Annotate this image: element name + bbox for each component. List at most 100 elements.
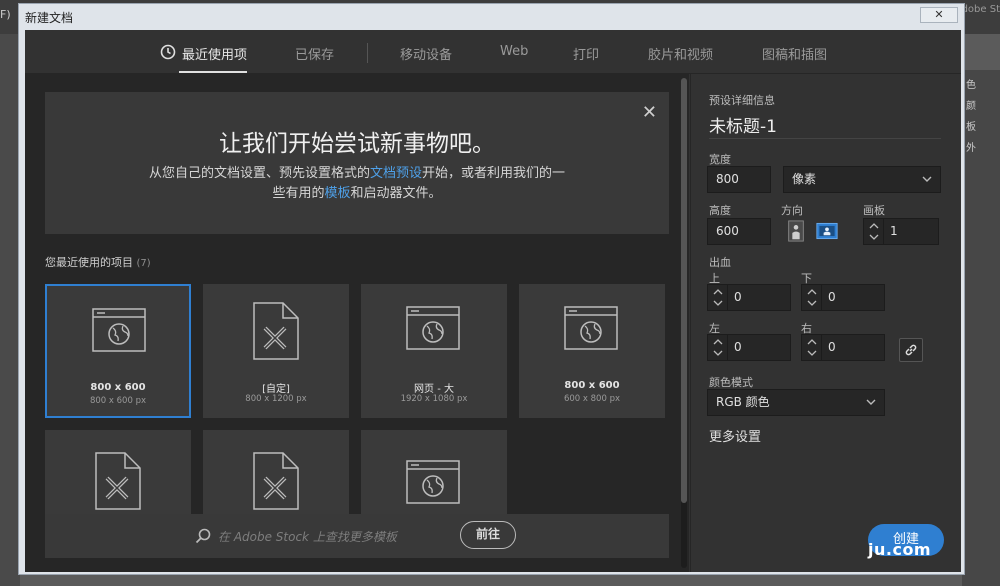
custom-doc-icon [253,452,299,510]
bleed-left-stepper[interactable]: 0 [707,334,791,361]
templates-link[interactable]: 模板 [324,186,350,201]
link-icon [905,344,917,356]
tab-separator [367,43,368,63]
search-icon [195,528,211,544]
chevron-up-icon [713,339,723,345]
welcome-description-line1: 从您自己的文档设置、预先设置格式的文档预设开始，或者利用我们的一 [45,162,669,181]
recent-item-name: [自定] [262,384,290,395]
recent-item[interactable] [361,430,507,514]
web-doc-icon [406,306,460,350]
stepper-arrows[interactable] [708,335,728,360]
chevron-down-icon [807,300,817,306]
custom-doc-icon [253,302,299,360]
color-mode-label: 颜色模式 [709,376,753,389]
new-document-window: 新建文档 ✕ 最近使用项 已保存 移动设备 Web 打印 胶片和视频 图稿和插图… [18,3,965,575]
stepper-arrows[interactable] [708,285,728,310]
bleed-right-stepper[interactable]: 0 [801,334,885,361]
chevron-up-icon [713,289,723,295]
stepper-arrows[interactable] [802,285,822,310]
welcome-description-line2: 些有用的模板和启动器文件。 [45,182,669,201]
tab-art-illustration[interactable]: 图稿和插图 [762,44,827,63]
tab-saved[interactable]: 已保存 [295,44,334,63]
window-title: 新建文档 [25,11,74,25]
color-mode-select[interactable]: RGB 颜色 [707,389,885,416]
recent-content-area: ✕ 让我们开始尝试新事物吧。 从您自己的文档设置、预先设置格式的文档预设开始，或… [25,74,689,572]
background-panel-item: 板 [966,122,976,133]
web-doc-icon [92,308,146,352]
tab-print[interactable]: 打印 [573,44,599,63]
active-tab-indicator [179,71,247,73]
bleed-bottom-stepper[interactable]: 0 [801,284,885,311]
stock-search-bar: 在 Adobe Stock 上查找更多模板 前往 [45,514,669,558]
recent-item[interactable]: 800 x 600 600 x 800 px [519,284,665,418]
welcome-text: 开始，或者利用我们的一 [422,166,566,181]
preset-details-panel: 预设详细信息 未标题-1 宽度 800 像素 高度 600 方向 画板 1 出血… [690,74,961,572]
bleed-top-value: 0 [734,290,742,304]
recent-item-size: 600 x 800 px [563,394,620,404]
background-panel-item: 颜 [966,101,976,112]
background-right-panel: 色 颜 板 外 [962,70,1000,586]
document-presets-link[interactable]: 文档预设 [370,166,422,181]
recent-item-name: 网页 - 大 [414,384,454,395]
bleed-bottom-value: 0 [828,290,836,304]
link-bleed-button[interactable] [899,338,923,362]
background-panel-item: 外 [966,143,976,154]
bleed-top-stepper[interactable]: 0 [707,284,791,311]
recent-item[interactable]: 网页 - 大 1920 x 1080 px [361,284,507,418]
welcome-title: 让我们开始尝试新事物吧。 [219,131,495,157]
recent-item-size: 1920 x 1080 px [400,394,468,404]
document-name-field[interactable]: 未标题-1 [709,112,777,137]
tab-mobile[interactable]: 移动设备 [400,44,452,63]
close-icon[interactable]: ✕ [642,102,657,123]
width-input[interactable]: 800 [707,166,771,193]
height-label: 高度 [709,204,731,217]
scrollbar-thumb[interactable] [681,78,687,503]
recent-item[interactable] [45,430,191,514]
welcome-text: 从您自己的文档设置、预先设置格式的 [148,166,370,181]
tab-recent[interactable]: 最近使用项 [182,44,247,63]
recent-item-name: 800 x 600 [564,380,620,391]
bleed-label: 出血 [709,256,731,269]
background-panel-item: 色 [966,80,976,91]
bleed-right-value: 0 [828,340,836,354]
unit-select[interactable]: 像素 [783,166,941,193]
landscape-orientation-icon[interactable] [816,220,838,242]
chevron-down-icon [713,300,723,306]
tab-web[interactable]: Web [500,44,528,59]
chevron-down-icon [713,350,723,356]
background-menu-fragment: F) [0,8,11,21]
background-left-toolbar [0,34,20,586]
new-document-dialog: 最近使用项 已保存 移动设备 Web 打印 胶片和视频 图稿和插图 ✕ 让我们开… [25,30,961,572]
chevron-down-icon [869,234,879,240]
recent-item-size: 800 x 1200 px [245,394,307,404]
go-button[interactable]: 前往 [460,521,516,549]
category-tabs: 最近使用项 已保存 移动设备 Web 打印 胶片和视频 图稿和插图 [25,30,961,74]
tab-film-video[interactable]: 胶片和视频 [648,44,713,63]
more-settings-link[interactable]: 更多设置 [709,426,761,445]
recent-item[interactable] [203,430,349,514]
portrait-orientation-icon[interactable] [785,220,807,242]
window-close-button[interactable]: ✕ [920,7,958,23]
custom-doc-icon [95,452,141,510]
search-input[interactable]: 在 Adobe Stock 上查找更多模板 [218,528,397,545]
recent-item-size: 800 x 600 px [89,396,146,406]
web-doc-icon [564,306,618,350]
orientation-label: 方向 [781,204,803,217]
preset-details-label: 预设详细信息 [709,94,775,107]
watermark: ju.com [868,540,932,559]
chevron-down-icon [866,399,876,405]
welcome-text: 些有用的 [272,186,325,201]
stepper-arrows[interactable] [802,335,822,360]
chevron-up-icon [807,289,817,295]
recent-items-label: 您最近使用的项目 (7) [45,254,151,270]
artboard-value: 1 [890,224,898,238]
recent-item[interactable]: [自定] 800 x 1200 px [203,284,349,418]
height-input[interactable]: 600 [707,218,771,245]
recent-item-name: 800 x 600 [90,382,146,393]
artboard-stepper[interactable]: 1 [863,218,939,245]
chevron-up-icon [807,339,817,345]
web-doc-icon [406,460,460,504]
welcome-text: 和启动器文件。 [350,186,442,201]
stepper-arrows[interactable] [864,219,884,244]
recent-item[interactable]: 800 x 600 800 x 600 px [45,284,191,418]
